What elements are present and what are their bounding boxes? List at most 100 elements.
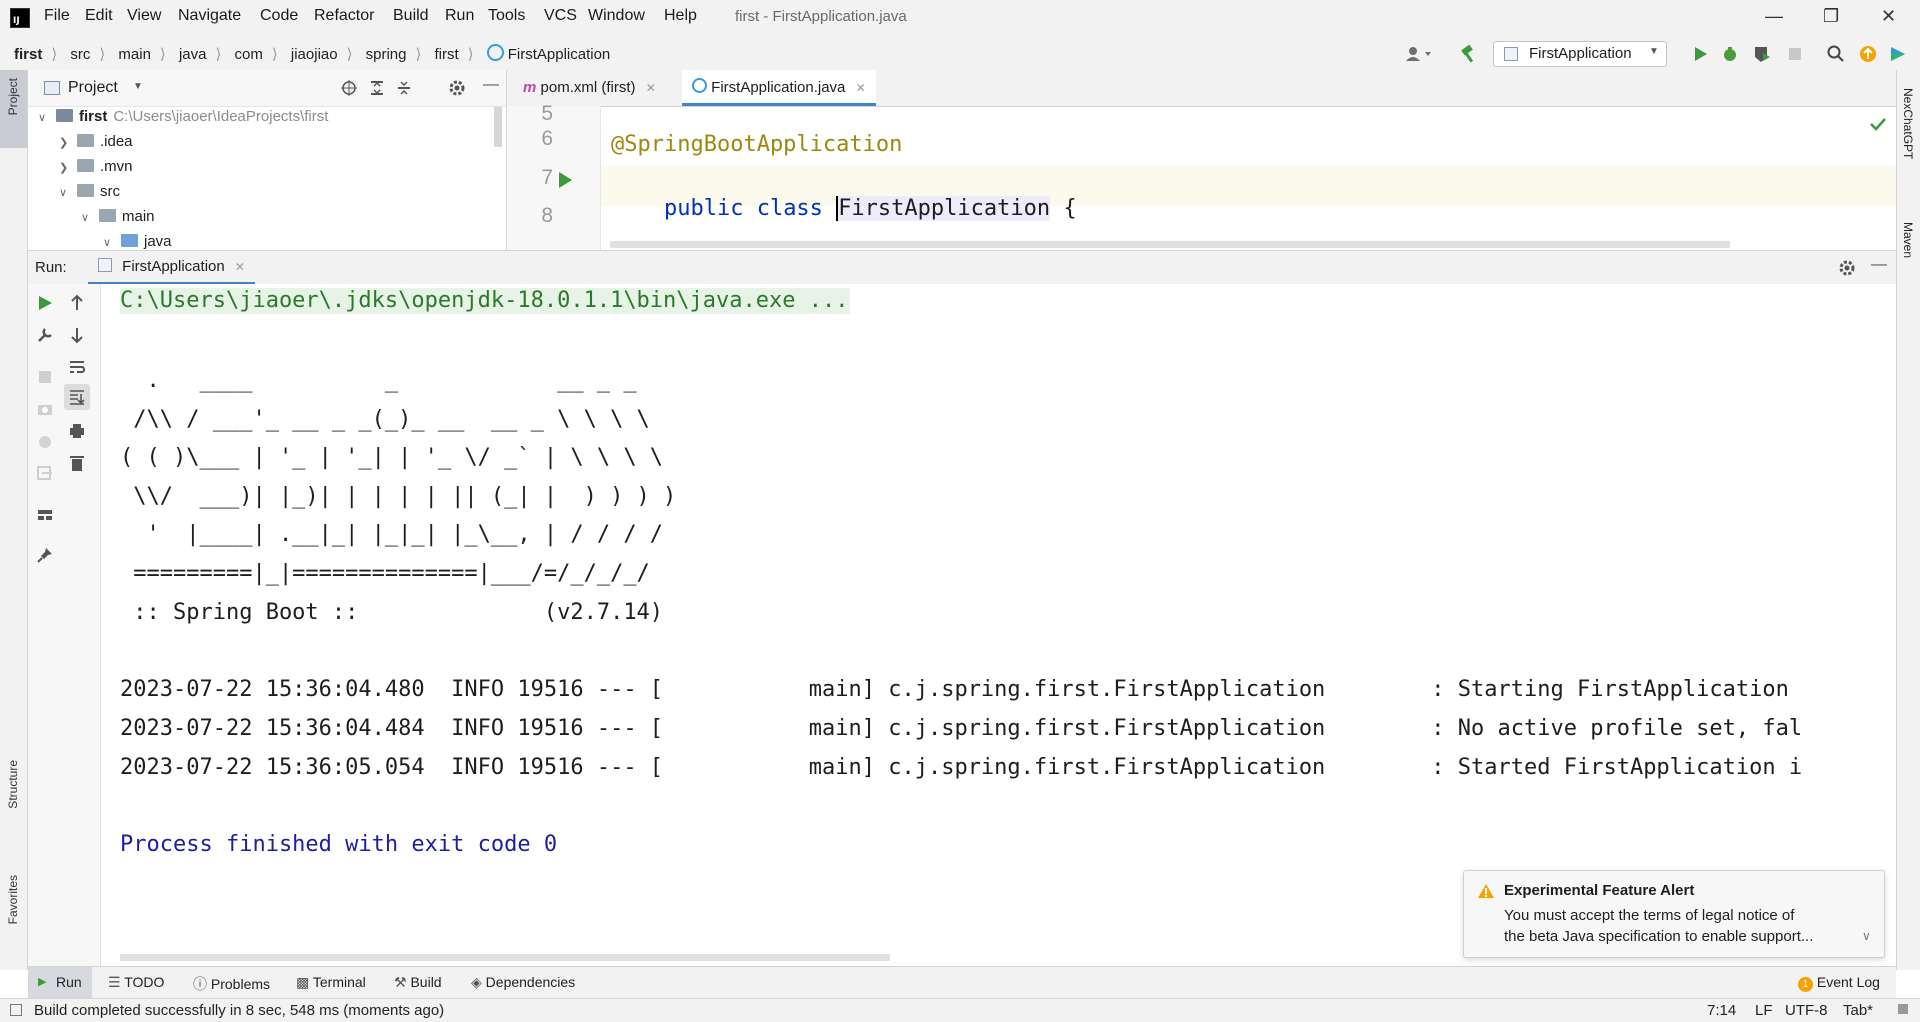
close-tab-icon[interactable]: ✕: [856, 81, 866, 95]
menu-code[interactable]: Code: [260, 7, 298, 25]
problems-tool-button[interactable]: ⓘ Problems: [193, 974, 270, 994]
camera-icon[interactable]: [36, 400, 54, 418]
soft-wrap-icon[interactable]: [68, 358, 86, 376]
scrollbar[interactable]: [494, 107, 502, 147]
gear-icon[interactable]: [449, 80, 465, 96]
menu-window[interactable]: Window: [588, 7, 645, 25]
expand-all-icon[interactable]: [369, 80, 385, 96]
breadcrumb-item[interactable]: FirstApplication: [508, 46, 611, 63]
menu-edit[interactable]: Edit: [85, 7, 113, 25]
build-tool-button[interactable]: ⚒ Build: [394, 974, 442, 991]
editor-scrollbar[interactable]: [610, 241, 1730, 248]
hide-panel-icon[interactable]: —: [1871, 256, 1887, 274]
menu-tools[interactable]: Tools: [488, 7, 525, 25]
breadcrumb-item[interactable]: jiaojiao: [291, 46, 338, 63]
maven-tab[interactable]: Maven: [1901, 222, 1915, 258]
print-icon[interactable]: [68, 422, 86, 440]
rerun-icon[interactable]: [36, 294, 54, 312]
build-hammer-icon[interactable]: [1459, 44, 1479, 64]
todo-tool-button[interactable]: ☰ TODO: [108, 974, 164, 991]
menu-run[interactable]: Run: [445, 7, 474, 25]
lock-icon[interactable]: [1898, 1004, 1908, 1014]
menu-view[interactable]: View: [127, 7, 161, 25]
chevron-down-icon[interactable]: ∨: [1862, 929, 1871, 943]
caret-position[interactable]: 7:14: [1707, 1002, 1736, 1019]
scroll-to-end-button[interactable]: [64, 384, 90, 410]
menu-build[interactable]: Build: [393, 7, 429, 25]
collapse-all-icon[interactable]: [396, 80, 412, 96]
tab-pom-xml[interactable]: m pom.xml (first) ✕: [513, 70, 666, 106]
dependencies-tool-button[interactable]: ◈ Dependencies: [471, 974, 575, 991]
menu-bar: File Edit View Navigate Code Refactor Bu…: [0, 0, 1920, 36]
breadcrumb-item[interactable]: first: [435, 46, 459, 63]
locate-icon[interactable]: [341, 80, 357, 96]
chevron-down-icon[interactable]: ▼: [133, 81, 143, 92]
user-account-icon[interactable]: [1405, 45, 1435, 63]
console-scrollbar[interactable]: [120, 954, 890, 961]
tree-row[interactable]: ❯ .mvn: [59, 158, 133, 183]
menu-file[interactable]: File: [44, 7, 70, 25]
structure-tab[interactable]: Structure: [6, 760, 20, 809]
run-icon[interactable]: [1690, 44, 1710, 64]
arrow-up-icon[interactable]: [68, 294, 86, 312]
run-configuration-select[interactable]: FirstApplication ▼: [1493, 41, 1667, 67]
debug-icon[interactable]: [1720, 44, 1740, 64]
exit-icon[interactable]: [36, 464, 54, 482]
debug-disabled-icon[interactable]: [36, 432, 54, 450]
run-tab[interactable]: FirstApplication ✕: [88, 251, 255, 285]
run-gutter-icon[interactable]: [556, 170, 574, 190]
breadcrumb-item[interactable]: java: [179, 46, 207, 63]
code-line-7[interactable]: public class FirstApplication {: [611, 171, 1077, 246]
event-log-button[interactable]: 1 Event Log: [1798, 974, 1880, 992]
menu-refactor[interactable]: Refactor: [314, 7, 374, 25]
inspections-ok-icon[interactable]: [1869, 116, 1887, 132]
nexchatgpt-tab[interactable]: NexChatGPT: [1901, 88, 1915, 159]
project-tool-tab[interactable]: Project: [0, 70, 27, 148]
console-output[interactable]: C:\Users\jiaoer\.jdks\openjdk-18.0.1.1\b…: [101, 284, 1896, 966]
breadcrumb-item[interactable]: src: [70, 46, 90, 63]
tree-row-root[interactable]: ∨ first C:\Users\jiaoer\IdeaProjects\first: [38, 108, 328, 133]
line-ending[interactable]: LF: [1755, 1002, 1773, 1019]
arrow-down-icon[interactable]: [68, 326, 86, 344]
breadcrumb-item[interactable]: main: [118, 46, 151, 63]
close-tab-icon[interactable]: ✕: [235, 260, 245, 274]
panel-toggle-icon[interactable]: [10, 1004, 22, 1016]
run-panel-header: Run: FirstApplication ✕ —: [28, 250, 1896, 286]
favorites-tab[interactable]: Favorites: [6, 875, 20, 924]
menu-help[interactable]: Help: [664, 7, 697, 25]
notification-balloon[interactable]: Experimental Feature Alert You must acce…: [1463, 870, 1885, 958]
wrench-icon[interactable]: [36, 326, 54, 344]
stop-icon[interactable]: [1785, 44, 1805, 64]
coverage-icon[interactable]: [1752, 44, 1772, 64]
close-window-icon[interactable]: ✕: [1881, 6, 1896, 27]
project-panel-title[interactable]: Project: [68, 79, 118, 97]
restore-icon[interactable]: ❐: [1823, 6, 1839, 27]
breadcrumb-item[interactable]: first: [14, 46, 42, 63]
tab-firstapplication-java[interactable]: FirstApplication.java ✕: [682, 70, 876, 106]
hide-panel-icon[interactable]: —: [483, 76, 499, 94]
close-tab-icon[interactable]: ✕: [646, 81, 656, 95]
tree-row[interactable]: ❯ .idea: [59, 133, 133, 158]
toolbox-icon[interactable]: [1888, 44, 1908, 64]
layout-icon[interactable]: [36, 506, 54, 524]
tree-row[interactable]: ∨ main: [81, 208, 155, 233]
updates-icon[interactable]: [1858, 44, 1878, 64]
file-encoding[interactable]: UTF-8: [1785, 1002, 1828, 1019]
search-icon[interactable]: [1826, 44, 1846, 64]
status-message[interactable]: Build completed successfully in 8 sec, 5…: [34, 1002, 444, 1019]
trash-icon[interactable]: [68, 454, 86, 472]
minimize-icon[interactable]: —: [1765, 6, 1783, 27]
tree-row[interactable]: ∨ src: [59, 183, 120, 208]
chevron-right-icon: ❯: [59, 162, 69, 174]
breadcrumb-item[interactable]: spring: [366, 46, 407, 63]
run-tool-button[interactable]: ▶ Run: [28, 967, 92, 999]
pin-icon[interactable]: [36, 546, 54, 564]
tab-label: FirstApplication.java: [711, 79, 846, 96]
terminal-tool-button[interactable]: ▩ Terminal: [296, 974, 366, 991]
stop-icon[interactable]: [36, 368, 54, 386]
menu-navigate[interactable]: Navigate: [178, 7, 241, 25]
breadcrumb-item[interactable]: com: [235, 46, 263, 63]
menu-vcs[interactable]: VCS: [544, 7, 577, 25]
gear-icon[interactable]: [1839, 260, 1855, 276]
indent-setting[interactable]: Tab*: [1843, 1002, 1873, 1019]
